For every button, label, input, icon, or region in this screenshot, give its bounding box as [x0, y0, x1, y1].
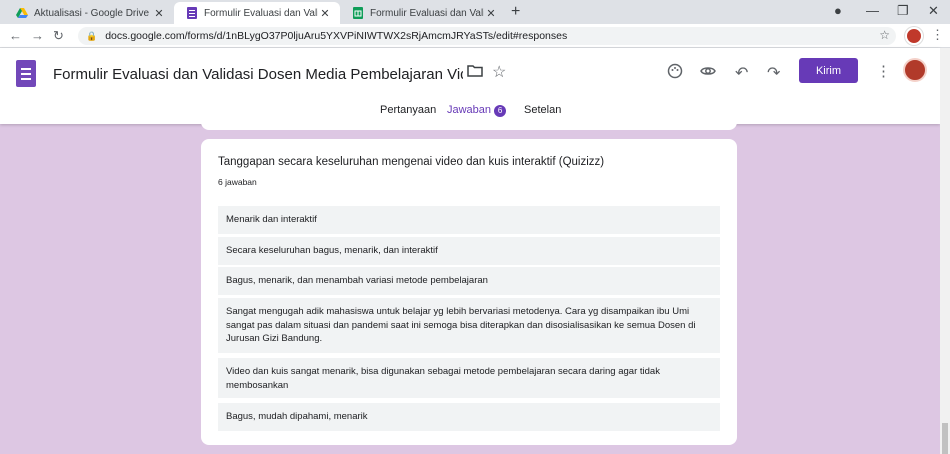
response-item: Bagus, mudah dipahami, menarik	[218, 403, 720, 431]
url-field[interactable]: 🔒 docs.google.com/forms/d/1nBLygO37P0lju…	[78, 27, 896, 45]
response-item: Secara keseluruhan bagus, menarik, dan i…	[218, 237, 720, 265]
close-tab-icon[interactable]: ✕	[484, 7, 498, 20]
close-tab-icon[interactable]: ✕	[152, 7, 166, 20]
google-drive-icon	[16, 8, 28, 18]
previous-question-card	[201, 120, 737, 130]
chrome-menu-icon[interactable]: ⋮	[931, 27, 944, 43]
folder-icon[interactable]	[467, 64, 483, 82]
send-button[interactable]: Kirim	[799, 58, 858, 83]
forms-header: Formulir Evaluasi dan Validasi Dosen Med…	[0, 48, 940, 124]
tab-title: Aktualisasi - Google Drive	[34, 7, 150, 19]
chrome-avatar[interactable]	[905, 27, 923, 45]
lock-icon: 🔒	[86, 30, 98, 41]
tab-questions[interactable]: Pertanyaan	[380, 104, 436, 116]
preview-eye-icon[interactable]	[700, 63, 716, 84]
question-summary-card: Tanggapan secara keseluruhan mengenai vi…	[201, 139, 737, 445]
forward-icon[interactable]: →	[31, 28, 44, 43]
account-avatar[interactable]	[903, 58, 927, 82]
close-tab-icon[interactable]: ✕	[318, 7, 332, 20]
tab-title: Formulir Evaluasi dan Validasi Do	[204, 7, 318, 19]
minimize-icon[interactable]: —	[866, 3, 879, 18]
browser-tab-strip: Aktualisasi - Google Drive ✕ Formulir Ev…	[0, 0, 950, 24]
response-item: Menarik dan interaktif	[218, 206, 720, 234]
redo-icon[interactable]: ↷	[767, 63, 780, 83]
palette-icon[interactable]	[667, 63, 683, 84]
forms-logo-icon[interactable]	[16, 60, 36, 87]
response-count: 6 jawaban	[218, 177, 257, 187]
close-window-icon[interactable]: ✕	[928, 3, 939, 19]
response-item: Video dan kuis sangat menarik, bisa digu…	[218, 358, 720, 398]
question-title: Tanggapan secara keseluruhan mengenai vi…	[218, 156, 605, 168]
scrollbar-thumb[interactable]	[942, 423, 948, 454]
restore-icon[interactable]: ❐	[897, 3, 909, 19]
tab-responses-label: Jawaban	[447, 104, 492, 116]
more-options-icon[interactable]: ⋮	[876, 62, 891, 80]
star-icon[interactable]: ☆	[492, 62, 506, 82]
tab-responses[interactable]: Jawaban 6	[447, 104, 507, 117]
response-item: Bagus, menarik, dan menambah variasi met…	[218, 267, 720, 295]
url-text: docs.google.com/forms/d/1nBLygO37P0ljuAr…	[105, 30, 568, 42]
response-item: Sangat mengugah adik mahasiswa untuk bel…	[218, 298, 720, 353]
address-bar-row: ← → ↻ 🔒 docs.google.com/forms/d/1nBLygO3…	[0, 24, 950, 48]
back-icon[interactable]: ←	[9, 28, 22, 43]
page-scrollbar[interactable]	[940, 48, 950, 454]
browser-tab-form-edit[interactable]: Formulir Evaluasi dan Validasi Do ✕	[174, 2, 340, 24]
google-sheets-icon	[353, 7, 363, 19]
browser-profile-icon[interactable]: ●	[834, 3, 842, 18]
bookmark-star-icon[interactable]: ☆	[879, 28, 890, 42]
responses-count-badge: 6	[494, 105, 507, 117]
google-forms-icon	[187, 7, 197, 19]
new-tab-button[interactable]: +	[511, 3, 520, 21]
browser-tab-sheet[interactable]: Formulir Evaluasi dan Validasi Do ✕	[340, 2, 506, 24]
reload-icon[interactable]: ↻	[53, 28, 64, 44]
undo-icon[interactable]: ↶	[735, 63, 748, 83]
form-title[interactable]: Formulir Evaluasi dan Validasi Dosen Med…	[53, 66, 463, 83]
tab-settings[interactable]: Setelan	[524, 104, 561, 116]
tab-title: Formulir Evaluasi dan Validasi Do	[370, 7, 484, 19]
browser-tab-drive[interactable]: Aktualisasi - Google Drive ✕	[4, 2, 174, 24]
